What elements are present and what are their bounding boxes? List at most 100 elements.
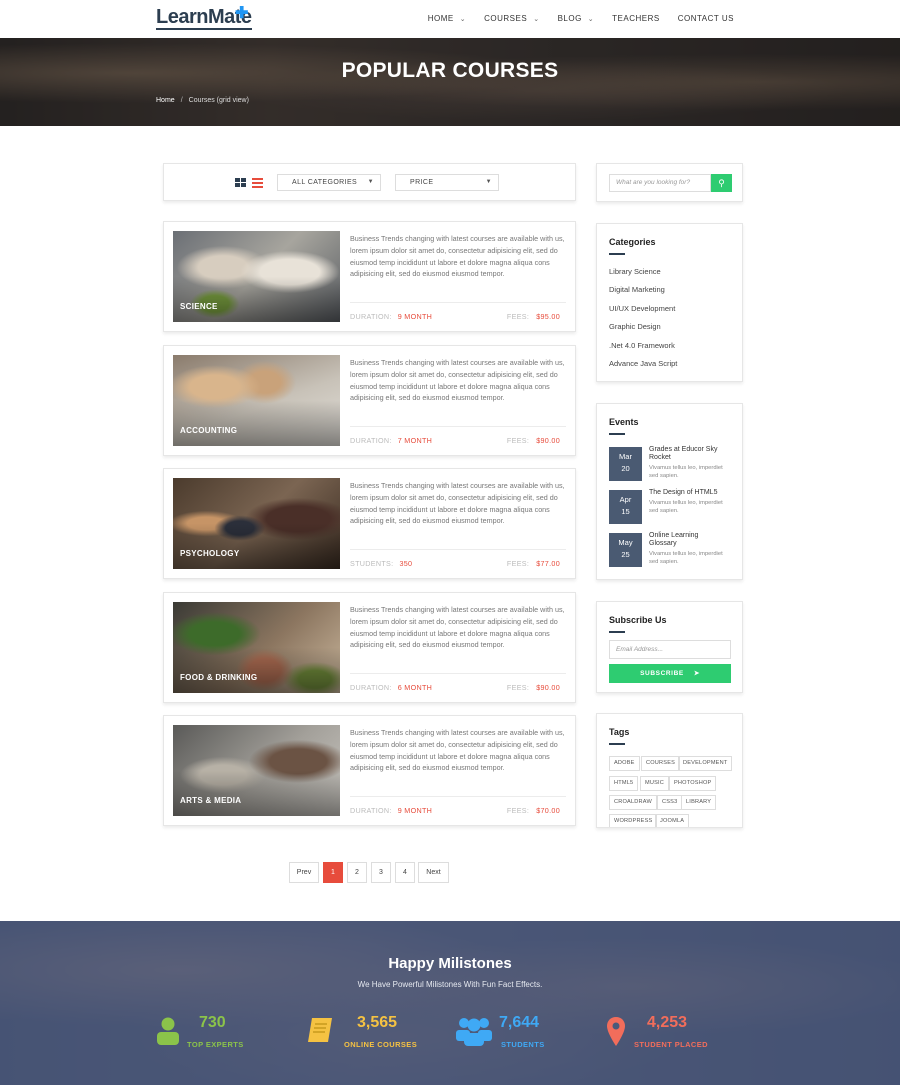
course-image[interactable]: ARTS & MEDIA [173,725,340,816]
course-category-label: ACCOUNTING [180,426,238,435]
course-description: Business Trends changing with latest cou… [350,728,565,773]
meta-value: 7 MONTH [397,436,433,445]
sidebar-search: What are you looking for? ⚲ [596,163,743,202]
course-category-label: PSYCHOLOGY [180,549,240,558]
nav-contact[interactable]: CONTACT US [678,14,734,23]
location-pin-icon [607,1017,625,1046]
tag-link[interactable]: PHOTOSHOP [669,776,717,791]
nav-home-label: HOME [427,14,454,23]
sidebar-events: Events Mar 20 Grades at Educor Sky Rocket… [596,403,743,580]
course-description: Business Trends changing with latest cou… [350,481,565,526]
event-item[interactable]: Mar 20 Grades at Educor Sky Rocket Vivamu… [609,446,735,481]
meta-value: 9 MONTH [397,312,433,321]
title-underline [609,631,625,633]
event-date: May 25 [609,533,642,567]
pagination-page-4[interactable]: 4 [395,862,415,883]
tag-link[interactable]: CSS3 [657,795,683,810]
fees-value: $95.00 [536,312,560,321]
tag-link[interactable]: ADOBE [609,756,640,771]
tag-link[interactable]: LIBRARY [681,795,717,810]
stat-number: 4,253 [647,1014,688,1031]
tag-link[interactable]: MUSIC [640,776,670,791]
pagination-page-1[interactable]: 1 [323,862,343,883]
course-filter-bar: ALL CATEGORIES ▼ PRICE ▼ [163,163,576,201]
sidebar-subscribe: Subscribe Us Email Address... SUBSCRIBE ➤ [596,601,743,693]
category-link[interactable]: Graphic Design [609,322,661,331]
top-navbar: LearnMate ✚ HOME ⌄ COURSES ⌄ BLOG ⌄ TEACHER… [0,0,900,38]
course-image[interactable]: ACCOUNTING [173,355,340,446]
nav-home[interactable]: HOME ⌄ [428,14,466,23]
course-meta: DURATION: 9 MONTH [350,312,432,321]
event-date: Apr 15 [609,490,642,524]
course-card[interactable]: ARTS & MEDIA Business Trends changing wi… [163,715,576,826]
meta-value: 350 [399,559,413,568]
tag-link[interactable]: DEVELOPMENT [678,756,733,771]
grid-view-icon[interactable] [235,178,246,188]
pagination-page-2[interactable]: 2 [347,862,367,883]
divider [350,549,566,550]
chevron-down-icon: ⌄ [459,15,467,23]
page-title: POPULAR COURSES [341,59,559,82]
divider [350,426,566,427]
list-view-icon[interactable] [252,178,263,188]
meta-label: DURATION: [350,683,392,692]
nav-blog[interactable]: BLOG ⌄ [558,14,595,23]
event-month: May [618,538,633,547]
tags-title: Tags [609,727,630,737]
event-day: 25 [621,550,630,559]
nav-courses[interactable]: COURSES ⌄ [484,14,539,23]
course-image[interactable]: PSYCHOLOGY [173,478,340,569]
event-title[interactable]: Online Learning Glossary [649,532,711,548]
category-link[interactable]: Advance Java Script [609,359,677,368]
nav-teachers[interactable]: TEACHERS [612,14,660,23]
category-link[interactable]: .Net 4.0 Framework [609,341,675,350]
breadcrumb-home-link[interactable]: Home [156,97,175,104]
event-title[interactable]: Grades at Educor Sky Rocket [649,446,735,462]
category-select-value: ALL CATEGORIES [292,179,358,186]
event-item[interactable]: May 25 Online Learning Glossary Vivamus t… [609,532,734,567]
search-input[interactable]: What are you looking for? [609,174,711,192]
subscribe-button[interactable]: SUBSCRIBE ➤ [609,664,731,683]
caret-down-icon: ▼ [367,179,374,185]
chevron-down-icon: ⌄ [587,15,595,23]
price-select[interactable]: PRICE ▼ [395,174,499,191]
tag-link[interactable]: CROALDRAW [609,795,657,810]
fees-label: FEES: [506,436,530,445]
tag-link[interactable]: COURSES [641,756,681,771]
course-fees: FEES: $95.00 [507,312,560,321]
tag-link[interactable]: JOOMLA [655,814,690,827]
title-underline [609,743,625,745]
caret-down-icon: ▼ [485,179,492,185]
event-month: Apr [619,495,632,504]
search-button[interactable]: ⚲ [711,174,732,192]
breadcrumb: Home / Courses (grid view) [156,97,249,104]
pagination-prev[interactable]: Prev [289,862,319,883]
pagination-page-3[interactable]: 3 [371,862,391,883]
category-link[interactable]: UI/UX Development [609,304,675,313]
tag-link[interactable]: HTML5 [609,776,639,791]
tag-link[interactable]: WORDPRESS [609,814,658,827]
course-card[interactable]: SCIENCE Business Trends changing with la… [163,221,576,332]
pagination-next[interactable]: Next [418,862,449,883]
page-hero: POPULAR COURSES Home / Courses (grid view) [0,38,900,126]
category-link[interactable]: Library Science [609,267,661,276]
course-image[interactable]: FOOD & DRINKING [173,602,340,693]
category-link[interactable]: Digital Marketing [609,285,665,294]
categories-title: Categories [609,237,656,247]
course-card[interactable]: ACCOUNTING Business Trends changing with… [163,345,576,456]
email-field[interactable]: Email Address... [609,640,731,659]
course-card[interactable]: PSYCHOLOGY Business Trends changing with… [163,468,576,579]
divider [350,673,566,674]
sidebar-categories: Categories Library Science Digital Marke… [596,223,743,382]
event-text: Vivamus tellus leo, imperdiet sed sapien… [649,551,723,565]
event-item[interactable]: Apr 15 The Design of HTML5 Vivamus tellus… [609,489,735,524]
course-meta: DURATION: 6 MONTH [350,683,432,692]
stat-number: 3,565 [357,1014,398,1031]
category-select[interactable]: ALL CATEGORIES ▼ [277,174,381,191]
event-title[interactable]: The Design of HTML5 [649,489,735,497]
course-card[interactable]: FOOD & DRINKING Business Trends changing… [163,592,576,703]
course-category-label: SCIENCE [180,302,218,311]
price-select-value: PRICE [410,179,434,186]
meta-value: 6 MONTH [397,683,433,692]
course-image[interactable]: SCIENCE [173,231,340,322]
